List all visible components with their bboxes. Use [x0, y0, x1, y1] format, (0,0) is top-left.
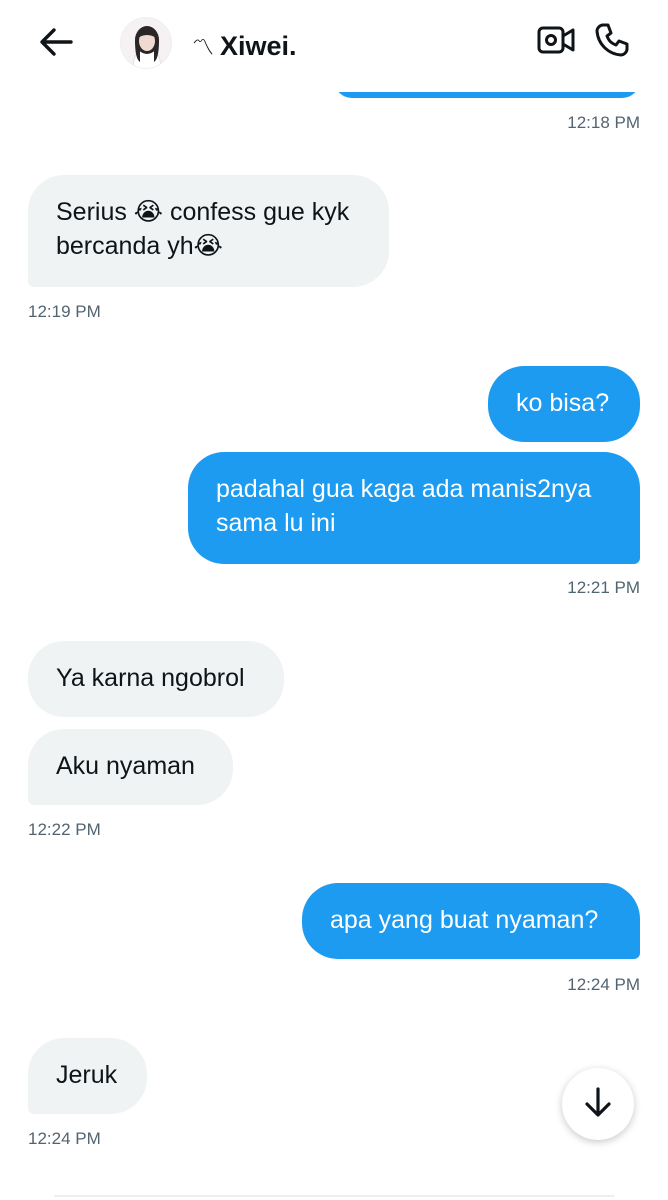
message-timestamp: 12:18 PM [567, 113, 640, 132]
arrow-left-icon [39, 27, 73, 62]
message-text: Ya karna ngobrol [56, 664, 245, 692]
message-text: apa yang buat nyaman? [330, 906, 599, 934]
message-text: Aku nyaman [56, 752, 195, 780]
incoming-message-bubble[interactable]: Aku nyaman [28, 729, 233, 805]
outgoing-message-bubble[interactable]: apa yang buat nyaman? [302, 883, 640, 959]
outgoing-message-bubble[interactable]: padahal gua kaga ada manis2nya sama lu i… [188, 452, 640, 564]
message-timestamp: 12:24 PM [567, 975, 640, 994]
outgoing-message-bubble[interactable]: ko bisa? [488, 366, 640, 442]
message-text: sama lu ini [216, 509, 336, 537]
video-call-button[interactable] [536, 22, 576, 62]
message-timestamp: 12:21 PM [567, 578, 640, 597]
incoming-message-bubble[interactable]: Ya karna ngobrol [28, 641, 284, 717]
video-camera-icon [537, 24, 575, 61]
message-text: bercanda yh😭 [56, 232, 223, 260]
avatar[interactable] [120, 17, 172, 69]
composer-divider [54, 1195, 614, 1197]
contact-name[interactable]: 〽︎ Xiwei. [192, 28, 297, 64]
message-text: padahal gua kaga ada manis2nya [216, 475, 592, 503]
incoming-message-bubble[interactable]: Serius 😭 confess gue kyk bercanda yh😭 [28, 175, 389, 287]
message-text: ko bisa? [516, 389, 610, 417]
message-timestamp: 12:22 PM [28, 820, 101, 839]
voice-call-button[interactable] [592, 22, 632, 62]
message-timestamp: 12:19 PM [28, 302, 101, 321]
back-button[interactable] [34, 24, 78, 64]
message-text: Jeruk [56, 1061, 118, 1089]
chat-header: 〽︎ Xiwei. [0, 0, 668, 92]
message-timestamp: 12:24 PM [28, 1129, 101, 1148]
phone-icon [594, 22, 630, 63]
scroll-to-bottom-button[interactable] [562, 1068, 634, 1140]
message-text: Serius 😭 confess gue kyk [56, 198, 350, 226]
contact-name-label: Xiwei. [220, 30, 297, 61]
arrow-down-icon [584, 1086, 612, 1123]
incoming-message-bubble[interactable]: Jeruk [28, 1038, 147, 1114]
name-decoration: 〽︎ [192, 35, 215, 60]
